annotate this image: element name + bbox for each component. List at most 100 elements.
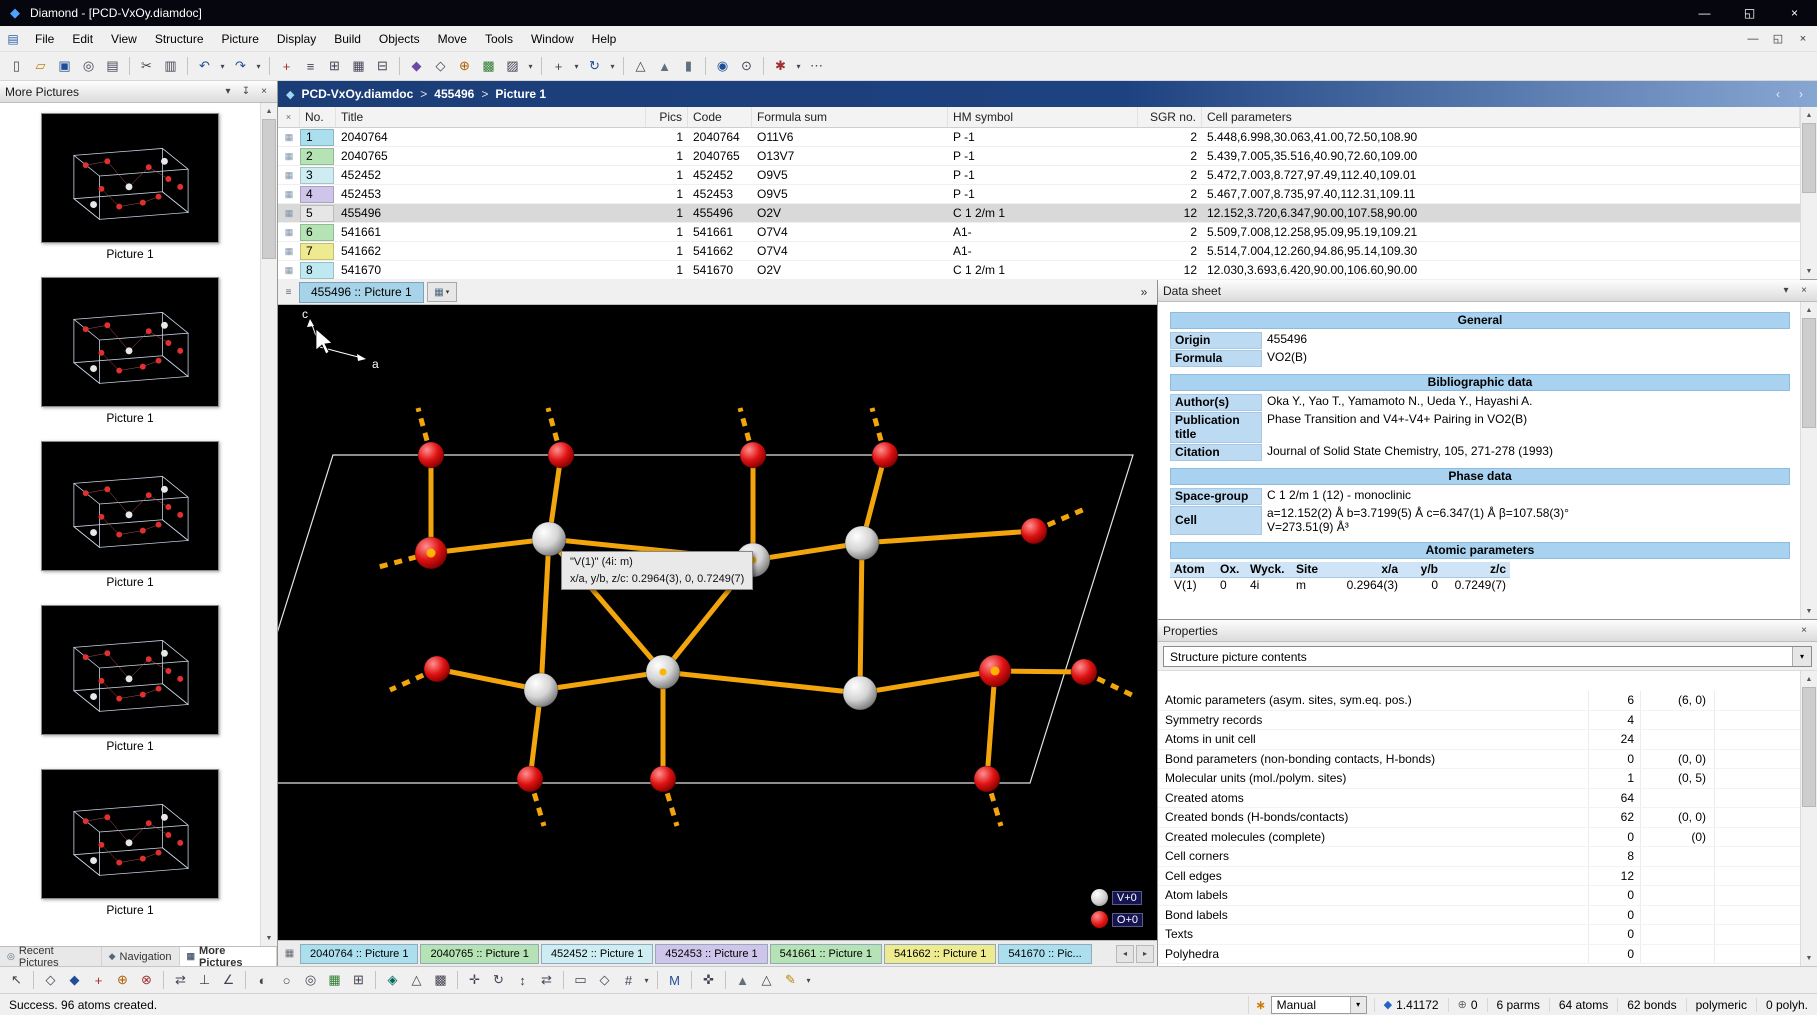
breadcrumb-document[interactable]: PCD-VxOy.diamdoc xyxy=(301,87,413,101)
build-icon[interactable]: ⊕ xyxy=(453,55,476,77)
sidebar-tab[interactable]: ◆ Navigation xyxy=(102,947,180,966)
packing-icon[interactable]: ▨ xyxy=(501,55,524,77)
panel-dropdown-icon[interactable]: ▾ xyxy=(1778,283,1794,299)
chevron-down-icon[interactable]: ▾ xyxy=(1792,647,1811,666)
row-number-badge[interactable]: 4 xyxy=(300,186,334,203)
copy-picture-icon[interactable]: ◇ xyxy=(429,55,452,77)
menu-item[interactable]: Edit xyxy=(63,27,102,51)
property-row[interactable]: Created bonds (H-bonds/contacts) 62 (0, … xyxy=(1158,808,1800,828)
packing-range-icon[interactable]: ▩ xyxy=(429,969,452,991)
picture-tabs-grid-icon[interactable]: ▦ xyxy=(281,948,298,959)
picture-tab[interactable]: 2040764 :: Picture 1 xyxy=(300,944,418,964)
center-view-icon[interactable]: ◎ xyxy=(299,969,322,991)
column-header-formula[interactable]: Formula sum xyxy=(752,107,948,127)
close-button[interactable]: × xyxy=(1772,0,1817,26)
scroll-down-icon[interactable]: ▼ xyxy=(1801,263,1817,279)
sidebar-tab[interactable]: ◎ Recent Pictures xyxy=(0,947,102,966)
table-row[interactable]: ▦ 8 541670 1 541670 O2V C 1 2/m 1 12 12.… xyxy=(278,261,1800,280)
tools-dropdown-icon[interactable]: ▾ xyxy=(793,55,804,77)
picture-tab[interactable]: 541661 :: Picture 1 xyxy=(770,944,882,964)
property-row[interactable]: Bond parameters (non-bonding contacts, H… xyxy=(1158,750,1800,770)
picture-thumbnail[interactable]: Picture 1 xyxy=(41,605,219,753)
rotate-icon[interactable]: ↻ xyxy=(583,55,606,77)
diagram-icon[interactable]: ▮ xyxy=(677,55,700,77)
edit-picture-icon[interactable]: ✎ xyxy=(779,969,802,991)
thumbnail-image[interactable] xyxy=(41,605,219,735)
column-header-no[interactable]: No. xyxy=(300,107,336,127)
property-row[interactable]: Atom labels 0 xyxy=(1158,886,1800,906)
property-row[interactable]: Atomic parameters (asym. sites, sym.eq. … xyxy=(1158,691,1800,711)
angle-tool-icon[interactable]: ∠ xyxy=(217,969,240,991)
insert-atom-icon[interactable]: ⊕ xyxy=(111,969,134,991)
grid-dropdown-icon[interactable]: ▾ xyxy=(641,969,652,991)
web-icon[interactable]: ◉ xyxy=(711,55,734,77)
copy-icon[interactable]: ▥ xyxy=(159,55,182,77)
menu-item[interactable]: Display xyxy=(268,27,325,51)
new-structure-picture-icon[interactable]: + xyxy=(275,55,298,77)
menu-item[interactable]: Build xyxy=(325,27,370,51)
data-sheet-icon[interactable]: ▦ xyxy=(347,55,370,77)
drop-atom-icon[interactable]: ⊥ xyxy=(193,969,216,991)
scroll-up-icon[interactable]: ▲ xyxy=(1801,671,1817,687)
panel-close-icon[interactable]: × xyxy=(256,84,272,100)
row-number-badge[interactable]: 2 xyxy=(300,148,334,165)
column-header-hm[interactable]: HM symbol xyxy=(948,107,1138,127)
mode-combobox[interactable]: Manual ▾ xyxy=(1271,996,1367,1014)
table-row[interactable]: ▦ 7 541662 1 541662 O7V4 A1- 2 5.514,7.0… xyxy=(278,242,1800,261)
scrollbar-thumb[interactable] xyxy=(262,119,276,259)
edit-dropdown-icon[interactable]: ▾ xyxy=(803,969,814,991)
menu-item[interactable]: Objects xyxy=(370,27,429,51)
find-icon[interactable]: ◎ xyxy=(77,55,100,77)
sphere-mode-icon[interactable]: ○ xyxy=(275,969,298,991)
table-row[interactable]: ▦ 3 452452 1 452452 O9V5 P -1 2 5.472,7.… xyxy=(278,166,1800,185)
property-row[interactable]: Bond labels 0 xyxy=(1158,906,1800,926)
scrollbar-thumb[interactable] xyxy=(1802,123,1816,193)
translate-xy-icon[interactable]: ⇄ xyxy=(535,969,558,991)
delete-atom-icon[interactable]: ⊗ xyxy=(135,969,158,991)
picture-tab[interactable]: 452453 :: Picture 1 xyxy=(655,944,767,964)
property-row[interactable]: Polyhedra 0 xyxy=(1158,945,1800,965)
picture-tab[interactable]: 452452 :: Picture 1 xyxy=(541,944,653,964)
save-icon[interactable]: ▣ xyxy=(53,55,76,77)
table-scrollbar[interactable]: ▲ ▼ xyxy=(1800,107,1817,279)
column-header-pics[interactable]: Pics xyxy=(646,107,688,127)
lasso-select-icon[interactable]: ◇ xyxy=(39,969,62,991)
property-row[interactable]: Symmetry records 4 xyxy=(1158,711,1800,731)
structure-canvas[interactable]: a c "V(1)" (4i: m) x/a, y/b, z/c: 0.2964… xyxy=(278,305,1157,940)
pointer-tool-icon[interactable]: ↖ xyxy=(5,969,28,991)
mdi-close-button[interactable]: × xyxy=(1792,29,1814,49)
scroll-up-icon[interactable]: ▲ xyxy=(261,103,277,119)
mdi-restore-button[interactable]: ◱ xyxy=(1767,29,1789,49)
property-row[interactable]: Created molecules (complete) 0 (0) xyxy=(1158,828,1800,848)
scrollbar-thumb[interactable] xyxy=(1802,687,1816,807)
table-row[interactable]: ▦ 4 452453 1 452453 O9V5 P -1 2 5.467,7.… xyxy=(278,185,1800,204)
open-file-icon[interactable]: ▱ xyxy=(29,55,52,77)
tab-bar-handle-icon[interactable]: ≡ xyxy=(281,287,296,298)
fill-cell-icon[interactable]: ▩ xyxy=(477,55,500,77)
menu-item[interactable]: Help xyxy=(583,27,626,51)
picture-tab[interactable]: 541670 :: Pic... xyxy=(998,944,1091,964)
minimize-button[interactable]: — xyxy=(1682,0,1727,26)
distances-table-icon[interactable]: ⊟ xyxy=(371,55,394,77)
molecule-symbol-icon[interactable]: M xyxy=(663,969,686,991)
undo-dropdown-icon[interactable]: ▾ xyxy=(217,55,228,77)
new-document-icon[interactable]: ▯ xyxy=(5,55,28,77)
rotate-dropdown-icon[interactable]: ▾ xyxy=(607,55,618,77)
distance-histogram-icon[interactable]: △ xyxy=(755,969,778,991)
coordination-sphere-icon[interactable]: ◐ xyxy=(251,969,274,991)
thumbnail-image[interactable] xyxy=(41,769,219,899)
properties-selector[interactable]: Structure picture contents ▾ xyxy=(1163,646,1812,667)
plane-icon[interactable]: △ xyxy=(405,969,428,991)
powder-chart-icon[interactable]: ▲ xyxy=(653,55,676,77)
property-row[interactable]: Atoms in unit cell 24 xyxy=(1158,730,1800,750)
property-row[interactable]: Cell edges 12 xyxy=(1158,867,1800,887)
mdi-minimize-button[interactable]: — xyxy=(1742,29,1764,49)
column-header-code[interactable]: Code xyxy=(688,107,752,127)
tools-icon[interactable]: ✱ xyxy=(769,55,792,77)
chevron-down-icon[interactable]: ▾ xyxy=(1350,997,1366,1013)
properties-scrollbar[interactable]: ▲ ▼ xyxy=(1800,671,1817,966)
row-number-badge[interactable]: 3 xyxy=(300,167,334,184)
property-row[interactable]: Cell corners 8 xyxy=(1158,847,1800,867)
cut-icon[interactable]: ✂ xyxy=(135,55,158,77)
table-row[interactable]: ▦ 1 2040764 1 2040764 O11V6 P -1 2 5.448… xyxy=(278,128,1800,147)
